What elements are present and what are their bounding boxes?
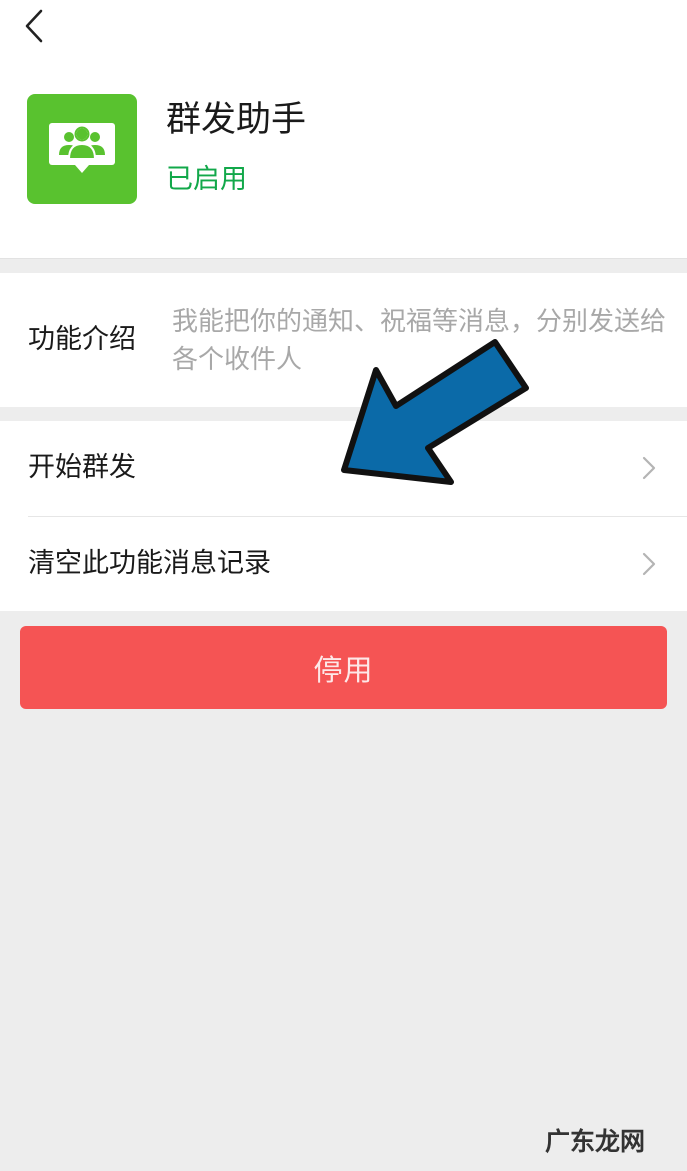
- disable-button[interactable]: 停用: [20, 626, 667, 709]
- chevron-right-icon: [642, 456, 656, 480]
- menu-item-label: 开始群发: [28, 452, 136, 483]
- menu-item-label: 清空此功能消息记录: [28, 548, 271, 579]
- app-icon: [27, 94, 137, 204]
- annotation-arrow-icon: [341, 339, 529, 485]
- chevron-right-icon: [642, 552, 656, 576]
- app-title: 群发助手: [166, 100, 307, 140]
- status-label: 已启用: [166, 164, 247, 195]
- clear-history-item[interactable]: 清空此功能消息记录: [0, 517, 687, 612]
- group-chat-icon: [49, 123, 115, 173]
- back-arrow-icon: [25, 9, 43, 43]
- back-button[interactable]: [14, 6, 54, 46]
- watermark: 广东龙网: [545, 1127, 646, 1156]
- app-header: 群发助手 已启用: [0, 0, 687, 259]
- disable-button-label: 停用: [313, 652, 374, 687]
- intro-label: 功能介绍: [28, 324, 136, 355]
